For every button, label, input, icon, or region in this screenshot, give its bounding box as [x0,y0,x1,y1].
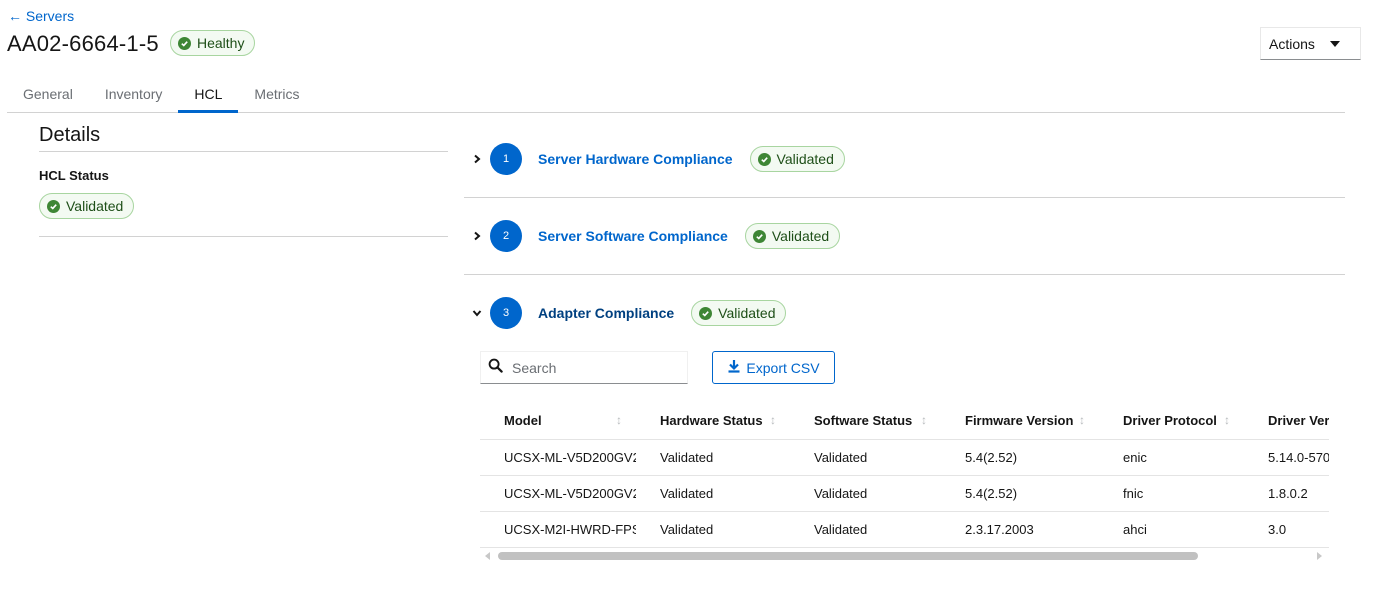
step-number: 2 [490,220,522,252]
step-status-label: Validated [718,305,776,321]
hcl-status-badge: Validated [39,193,135,219]
table-header-row: Model ↕ Hardware Status ↕ Software Status ↕… [480,403,1329,439]
scrollbar-thumb[interactable] [498,552,1198,560]
step-title[interactable]: Server Hardware Compliance [538,151,733,167]
step-title[interactable]: Server Software Compliance [538,228,728,244]
cell-driver-protocol: ahci [1099,510,1244,548]
sort-icon[interactable]: ↕ [1224,413,1230,427]
cell-driver-protocol: enic [1099,438,1244,475]
step-status-label: Validated [771,228,830,244]
export-csv-label: Export CSV [746,359,820,376]
column-header-driver-protocol[interactable]: Driver Protocol ↕ [1099,403,1244,439]
cell-model: UCSX-ML-V5D200GV2 [480,474,636,511]
table-row: UCSX-ML-V5D200GV2 Validated Validated 5.… [480,474,1329,511]
column-header-model[interactable]: Model ↕ [480,403,636,439]
health-status-badge: Healthy [170,30,256,56]
health-status-label: Healthy [197,35,245,51]
table-row: UCSX-M2I-HWRD-FPS Validated Validated 2.… [480,510,1329,548]
check-circle-icon [757,152,771,166]
column-header-software-status[interactable]: Software Status ↕ [790,403,941,439]
page-title: AA02-6664-1-5 [7,31,159,56]
cell-firmware-version: 5.4(2.52) [941,474,1099,511]
cell-hardware-status: Validated [636,438,790,475]
scroll-left-icon[interactable] [485,552,490,560]
step-title[interactable]: Adapter Compliance [538,305,674,321]
divider [464,274,1345,275]
sort-icon[interactable]: ↕ [921,413,927,427]
cell-software-status: Validated [790,438,941,475]
check-circle-icon [752,229,766,243]
step-status-badge: Validated [749,146,845,172]
step-number: 3 [490,297,522,329]
table-row: UCSX-ML-V5D200GV2 Validated Validated 5.… [480,438,1329,475]
chevron-right-icon[interactable] [464,231,490,241]
hcl-status-label: HCL Status [39,168,109,183]
tab-metrics[interactable]: Metrics [238,78,315,113]
adapter-compliance-table: Model ↕ Hardware Status ↕ Software Status ↕… [480,403,1329,549]
step-server-hardware-compliance: 1 Server Hardware Compliance Validated [464,139,1344,179]
cell-driver-version: 3.0 [1244,510,1329,548]
cell-model: UCSX-M2I-HWRD-FPS [480,510,636,548]
cell-hardware-status: Validated [636,474,790,511]
check-circle-icon [178,36,191,50]
check-circle-icon [47,199,60,213]
divider [39,151,448,152]
tab-bar: General Inventory HCL Metrics [7,78,1345,113]
column-header-driver-version[interactable]: Driver Ver [1244,403,1329,439]
caret-down-icon [1330,40,1340,47]
search-field [480,351,688,384]
chevron-down-icon[interactable] [464,308,490,318]
tab-inventory[interactable]: Inventory [89,78,179,113]
sort-icon[interactable]: ↕ [616,413,622,427]
step-status-label: Validated [776,151,834,167]
step-adapter-compliance: 3 Adapter Compliance Validated [464,293,1344,333]
scroll-right-icon[interactable] [1317,552,1322,560]
search-input[interactable] [512,359,672,376]
check-circle-icon [699,306,713,320]
cell-driver-protocol: fnic [1099,474,1244,511]
actions-dropdown[interactable]: Actions [1260,27,1361,60]
tab-general[interactable]: General [7,78,89,113]
column-header-hardware-status[interactable]: Hardware Status ↕ [636,403,790,439]
cell-firmware-version: 5.4(2.52) [941,438,1099,475]
download-icon [727,359,741,376]
cell-driver-version: 5.14.0-570 [1244,438,1329,475]
sort-icon[interactable]: ↕ [1079,413,1085,427]
horizontal-scrollbar[interactable] [480,549,1329,563]
details-title: Details [39,124,101,146]
cell-driver-version: 1.8.0.2 [1244,474,1329,511]
cell-software-status: Validated [790,510,941,548]
actions-label: Actions [1269,35,1315,52]
cell-software-status: Validated [790,474,941,511]
cell-model: UCSX-ML-V5D200GV2 [480,438,636,475]
search-icon [488,358,503,378]
chevron-right-icon[interactable] [464,154,490,164]
divider [39,236,448,237]
step-number: 1 [490,143,522,175]
divider [464,197,1345,198]
cell-hardware-status: Validated [636,510,790,548]
back-to-servers-link[interactable]: ← Servers [8,8,74,24]
column-header-firmware-version[interactable]: Firmware Version ↕ [941,403,1099,439]
step-status-badge: Validated [691,300,787,326]
step-server-software-compliance: 2 Server Software Compliance Validated [464,216,1344,256]
hcl-status-value: Validated [66,198,124,214]
export-csv-button[interactable]: Export CSV [712,351,835,384]
cell-firmware-version: 2.3.17.2003 [941,510,1099,548]
sort-icon[interactable]: ↕ [770,413,776,427]
tab-hcl[interactable]: HCL [178,78,239,113]
step-status-badge: Validated [744,223,841,249]
